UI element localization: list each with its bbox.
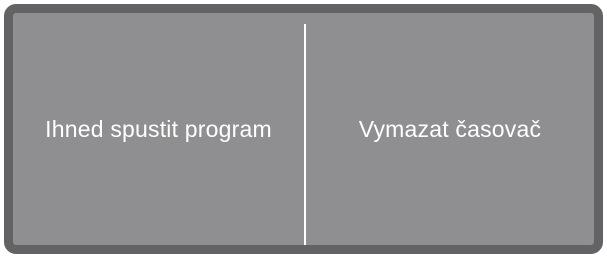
- clear-timer-button[interactable]: Vymazat časovač: [306, 13, 594, 245]
- clear-timer-label: Vymazat časovač: [358, 115, 542, 142]
- start-program-now-button[interactable]: Ihned spustit program: [13, 13, 304, 245]
- start-program-now-label: Ihned spustit program: [45, 115, 272, 142]
- option-panel: Ihned spustit program Vymazat časovač: [4, 4, 603, 254]
